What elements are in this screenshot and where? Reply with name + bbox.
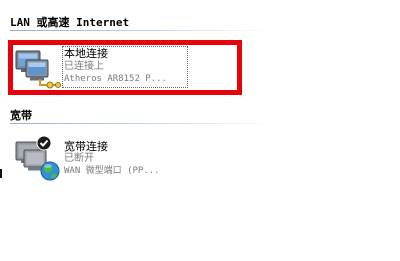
broadband-connection-icon <box>15 135 60 181</box>
connection-item-broadband[interactable]: 宽带连接 已断开 WAN 微型端口 (PP... <box>14 134 238 184</box>
left-edge-mark <box>0 169 2 178</box>
connection-device-local: Atheros AR8152 P... <box>64 74 167 84</box>
connection-status-local: 已连接上 <box>64 61 104 72</box>
connection-item-local[interactable]: 本地连接 已连接上 Atheros AR8152 P... <box>14 44 238 90</box>
connection-status-broadband: 已断开 <box>64 153 94 164</box>
group-divider-broadband <box>10 123 270 124</box>
lan-connection-icon <box>15 50 61 89</box>
connection-name-local: 本地连接 <box>64 47 108 60</box>
group-header-lan: LAN 或高速 Internet <box>10 16 130 29</box>
network-connections-window: LAN 或高速 Internet 本地连接 已连接上 Atheros AR815… <box>0 0 400 261</box>
group-header-broadband: 宽带 <box>10 109 32 122</box>
connection-name-broadband: 宽带连接 <box>64 140 108 153</box>
connection-device-broadband: WAN 微型端口 (PP... <box>64 166 160 176</box>
group-divider-lan <box>10 30 270 31</box>
